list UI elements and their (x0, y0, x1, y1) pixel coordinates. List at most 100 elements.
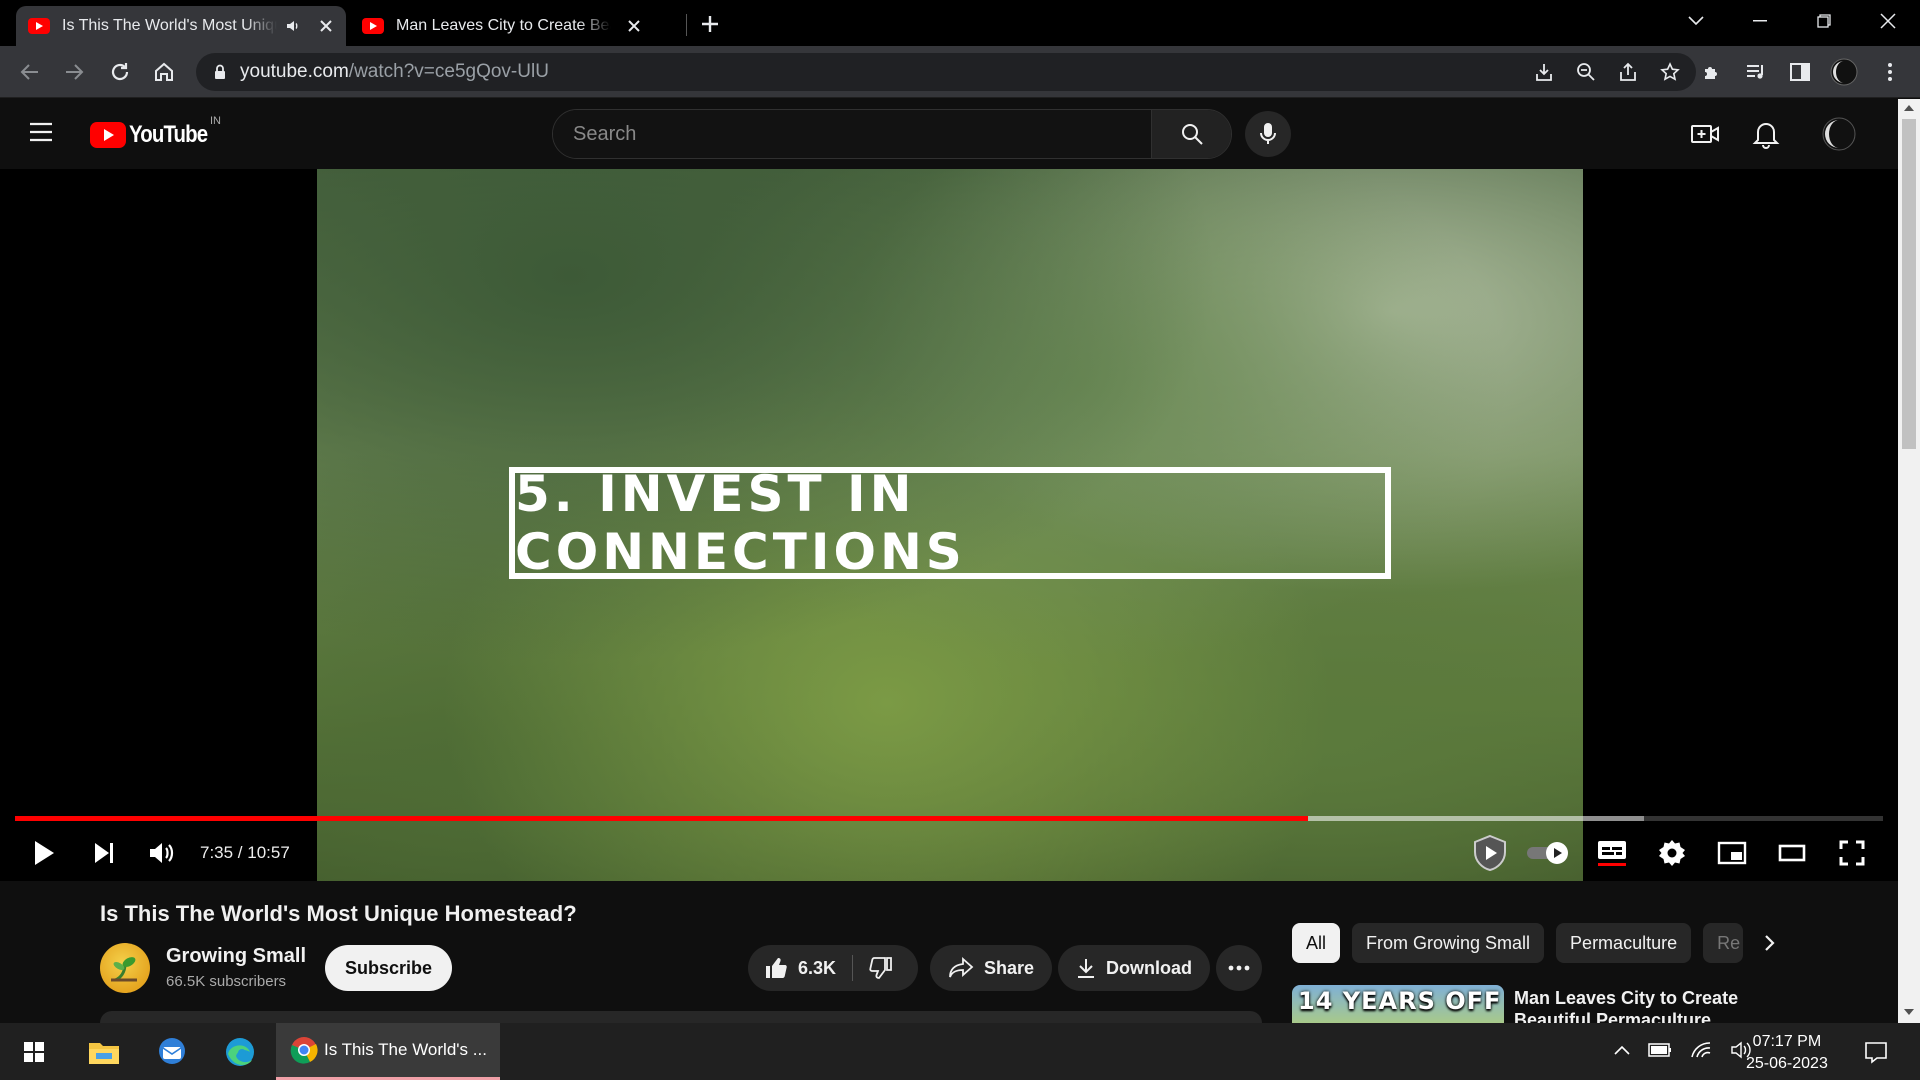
chip-permaculture[interactable]: Permaculture (1556, 923, 1692, 963)
scrollbar-thumb[interactable] (1902, 119, 1916, 449)
tab-close-icon[interactable] (627, 19, 641, 33)
tab-search-icon[interactable] (1666, 0, 1726, 42)
filter-chips: All From Growing Small Permaculture Re (1292, 923, 1744, 963)
share-page-icon[interactable] (1614, 58, 1642, 86)
youtube-header: YouTube IN (0, 99, 1898, 169)
new-tab-icon[interactable] (696, 10, 724, 38)
windows-start-icon[interactable] (8, 1031, 60, 1073)
miniplayer-button[interactable] (1710, 833, 1754, 873)
voice-search-button[interactable] (1245, 111, 1291, 157)
video-overlay-text: 5. INVEST IN CONNECTIONS (515, 465, 966, 581)
chip-all[interactable]: All (1292, 923, 1341, 963)
reload-icon[interactable] (104, 56, 136, 88)
hamburger-menu-icon[interactable] (28, 121, 54, 143)
theater-mode-button[interactable] (1770, 833, 1814, 873)
autoplay-toggle[interactable] (1524, 833, 1572, 873)
next-button[interactable] (84, 833, 124, 873)
miniplayer-icon (1717, 841, 1747, 865)
taskbar-clock[interactable]: 07:17 PM 25-06-2023 (1746, 1031, 1828, 1075)
show-hidden-icons-icon[interactable] (1614, 1045, 1630, 1055)
chip-from-growing-small[interactable]: From Growing Small (1352, 923, 1545, 963)
taskbar-chrome-app[interactable]: Is This The World's ... (276, 1023, 500, 1080)
browser-menu-icon[interactable] (1874, 56, 1906, 88)
forward-icon[interactable] (58, 56, 90, 88)
download-button[interactable]: Download (1058, 945, 1210, 991)
scroll-up-arrow-icon[interactable] (1904, 105, 1914, 111)
battery-icon[interactable] (1648, 1042, 1672, 1058)
chips-next-button[interactable] (1752, 925, 1788, 961)
wifi-icon[interactable] (1690, 1041, 1712, 1059)
fullscreen-button[interactable] (1830, 833, 1874, 873)
search-button[interactable] (1151, 110, 1231, 158)
share-button[interactable]: Share (930, 945, 1053, 991)
bookmark-star-icon[interactable] (1656, 58, 1684, 86)
video-title: Is This The World's Most Unique Homestea… (100, 901, 577, 926)
video-player[interactable]: 5. INVEST IN CONNECTIONS 7:35 / 10:57 (0, 169, 1898, 881)
tab-close-icon[interactable] (319, 19, 333, 33)
thumbnail-text: 14 YEARS OFF GRID (1298, 987, 1504, 1015)
tab-divider (686, 14, 687, 36)
url-text: youtube.com/watch?v=ce5gQov-UlU (240, 61, 549, 82)
progress-bar[interactable] (15, 816, 1883, 821)
profile-avatar[interactable] (1828, 56, 1860, 88)
minimize-icon[interactable] (1730, 0, 1790, 42)
settings-button[interactable] (1650, 833, 1694, 873)
volume-button[interactable] (142, 833, 182, 873)
browser-tab-active[interactable]: Is This The World's Most Unique Homestea… (16, 6, 346, 46)
progress-played (15, 816, 1308, 821)
edge-browser-icon[interactable] (214, 1031, 266, 1073)
media-controls-icon[interactable] (1740, 56, 1772, 88)
system-tray (1614, 1041, 1752, 1059)
sponsor-block-icon[interactable] (1468, 833, 1512, 873)
address-bar-actions (1530, 58, 1684, 86)
more-actions-button[interactable] (1216, 945, 1262, 991)
video-frame[interactable]: 5. INVEST IN CONNECTIONS (317, 169, 1583, 881)
notification-center-icon[interactable] (1850, 1031, 1902, 1073)
back-icon[interactable] (14, 56, 46, 88)
youtube-play-logo-icon (90, 122, 126, 148)
zoom-icon[interactable] (1572, 58, 1600, 86)
install-app-icon[interactable] (1530, 58, 1558, 86)
dislike-button[interactable] (853, 945, 909, 991)
play-button[interactable] (24, 833, 64, 873)
browser-tab-2[interactable]: Man Leaves City to Create Beautiful Perm… (350, 6, 680, 46)
subscriber-count: 66.5K subscribers (166, 973, 287, 990)
notifications-bell-icon[interactable] (1752, 119, 1780, 149)
share-label: Share (984, 957, 1035, 978)
subtitles-button[interactable] (1590, 833, 1634, 873)
scroll-down-arrow-icon[interactable] (1904, 1009, 1914, 1015)
gear-icon (1659, 840, 1685, 866)
mail-app-icon[interactable] (146, 1031, 198, 1073)
address-bar[interactable]: youtube.com/watch?v=ce5gQov-UlU (196, 53, 1696, 91)
create-video-icon[interactable] (1690, 119, 1720, 149)
page-scrollbar[interactable] (1898, 99, 1920, 1023)
channel-name[interactable]: Growing Small (166, 945, 306, 968)
search-input[interactable] (553, 110, 1151, 158)
download-label: Download (1106, 957, 1192, 978)
youtube-logo-text: YouTube (129, 121, 208, 148)
closed-captions-icon (1598, 841, 1626, 866)
lock-icon[interactable] (214, 64, 226, 80)
chip-related[interactable]: Re (1703, 923, 1744, 963)
home-icon[interactable] (148, 56, 180, 88)
subscribe-button[interactable]: Subscribe (325, 945, 453, 991)
youtube-logo[interactable]: YouTube IN (90, 115, 221, 149)
chevron-right-icon (1765, 935, 1775, 951)
restore-icon[interactable] (1794, 0, 1854, 42)
recommended-video-title[interactable]: Man Leaves City to Create Beautiful Perm… (1514, 987, 1754, 1023)
browser-toolbar: youtube.com/watch?v=ce5gQov-UlU (0, 46, 1920, 98)
close-window-icon[interactable] (1858, 0, 1918, 42)
channel-avatar[interactable] (100, 943, 150, 993)
file-explorer-icon[interactable] (78, 1031, 130, 1073)
search-box (552, 109, 1232, 159)
volume-icon (150, 843, 174, 863)
more-horizontal-icon (1228, 965, 1250, 971)
audio-playing-icon[interactable] (285, 18, 301, 34)
side-panel-icon[interactable] (1784, 56, 1816, 88)
description-box[interactable] (100, 1011, 1262, 1023)
like-button[interactable]: 6.3K (748, 945, 852, 991)
extensions-icon[interactable] (1696, 56, 1728, 88)
recommended-video-thumbnail[interactable]: 14 YEARS OFF GRID (1292, 985, 1504, 1023)
thumbs-down-icon (869, 957, 892, 979)
account-avatar[interactable] (1822, 117, 1856, 151)
